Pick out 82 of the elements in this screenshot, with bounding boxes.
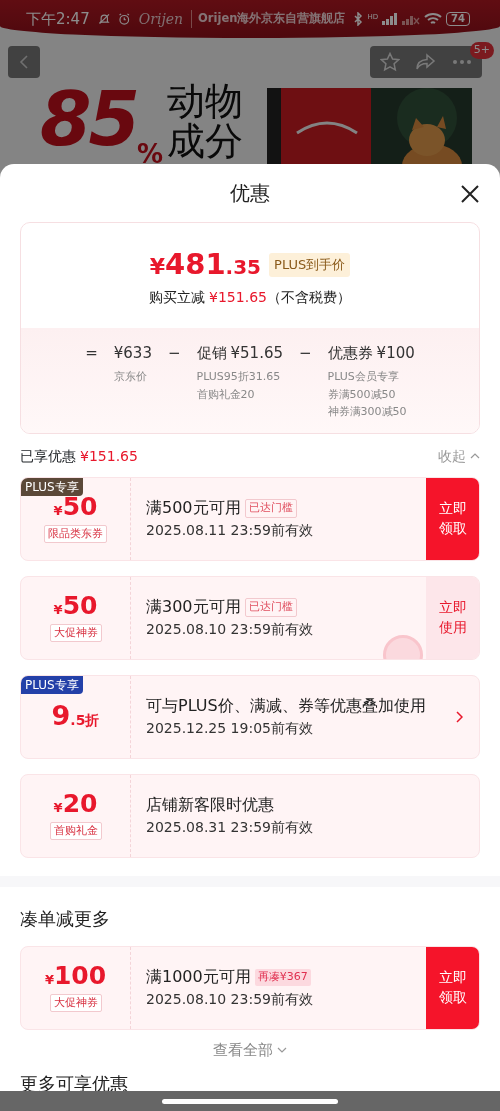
share-icon[interactable] — [416, 53, 436, 71]
coupon-amount: 100 — [53, 963, 107, 989]
currency-symbol: ¥ — [53, 502, 63, 521]
coupon-amount: 20 — [62, 791, 98, 817]
coupon-condition: 满500元可用 — [146, 497, 241, 520]
currency-symbol: ¥ — [44, 972, 54, 990]
hero-tagline: 动物成分 — [167, 82, 245, 162]
claim-button[interactable]: 立即领取 — [426, 477, 479, 560]
coupon-condition: 可与PLUS价、满减、券等优惠叠加使用 — [146, 695, 426, 718]
signal-icon — [382, 13, 399, 25]
more-icon[interactable] — [452, 59, 472, 65]
operator-sign: − — [299, 342, 312, 364]
coupon-amount: 50 — [62, 593, 98, 619]
store-name: Orijen海外京东自营旗舰店 — [191, 10, 346, 28]
operator-sign: − — [167, 342, 181, 364]
breakdown-amount: ¥100 — [376, 342, 415, 364]
discount-unit: .5折 — [70, 711, 100, 731]
discount-value: 9 — [51, 702, 71, 730]
hero-number: 85 — [40, 82, 137, 156]
coupon-type-label: 大促神券 — [49, 993, 102, 1013]
no-signal-icon — [402, 13, 421, 25]
breakdown-note: PLUS95折31.65 — [196, 369, 282, 385]
breakdown-note: PLUS会员专享券满500减50 — [327, 369, 400, 403]
coupon-type-label: 首购礼金 — [49, 821, 102, 841]
coupon-type-label: 限品类东券 — [44, 524, 107, 544]
currency-symbol: ¥ — [149, 254, 166, 281]
validity-text: 2025.12.25 19:05前有效 — [146, 719, 314, 739]
chevron-right-icon[interactable] — [456, 710, 463, 723]
status-tag: 已达门槛 — [244, 598, 297, 617]
plus-tag: PLUS专享 — [21, 675, 83, 694]
coupon-condition: 满300元可用 — [146, 596, 241, 619]
operator-sign: = — [85, 342, 98, 364]
section-title: 凑单减更多 — [19, 906, 111, 931]
coupon-condition: 店铺新客限时优惠 — [146, 794, 274, 817]
tax-note: （不含税费） — [266, 287, 351, 307]
validity-text: 2025.08.11 23:59前有效 — [146, 521, 314, 541]
breakdown-label: 优惠券 — [327, 342, 373, 364]
alarm-icon — [118, 11, 131, 27]
status-tag: 再凑¥367 — [254, 969, 311, 986]
breakdown-note: 京东价 — [113, 369, 148, 385]
collapse-toggle[interactable]: 收起 — [438, 445, 480, 467]
breakdown-note: 首购礼金20 — [196, 386, 256, 403]
wifi-icon — [424, 12, 443, 26]
use-button[interactable]: 立即使用 — [426, 576, 479, 659]
breakdown-note: 神券满300减50 — [327, 404, 408, 421]
enjoyed-amount: ¥151.65 — [80, 446, 138, 466]
save-amount: ¥151.65 — [209, 287, 267, 307]
percent-sign: % — [137, 138, 164, 170]
breakdown-label: 促销 — [196, 342, 227, 364]
status-time: 下午2:47 — [26, 8, 90, 30]
star-icon[interactable] — [380, 52, 400, 72]
validity-text: 2025.08.31 23:59前有效 — [146, 818, 314, 838]
plus-tag: PLUS专享 — [21, 477, 83, 496]
back-icon — [19, 55, 29, 69]
home-handle[interactable] — [162, 1098, 338, 1104]
enjoyed-label: 已享优惠 — [20, 446, 76, 466]
breakdown-amount: ¥633 — [113, 342, 152, 364]
status-tag: 已达门槛 — [244, 499, 297, 518]
price-decimals: .35 — [225, 254, 262, 281]
save-label: 购买立减 — [149, 287, 206, 307]
currency-symbol: ¥ — [53, 799, 63, 818]
view-all-link[interactable]: 查看全部 — [207, 1037, 293, 1063]
coupon-condition: 满1000元可用 — [146, 966, 251, 989]
notification-badge: 5+ — [469, 42, 494, 59]
chevron-down-icon — [277, 1047, 287, 1054]
breakdown-amount: ¥51.65 — [230, 342, 284, 364]
validity-text: 2025.08.10 23:59前有效 — [146, 620, 314, 640]
validity-text: 2025.08.10 23:59前有效 — [146, 990, 314, 1010]
chevron-up-icon — [470, 453, 480, 460]
coupon-amount: 50 — [62, 494, 98, 520]
mute-bell-icon — [97, 11, 111, 27]
sheet-title: 优惠 — [230, 180, 270, 207]
claim-button[interactable]: 立即领取 — [426, 946, 479, 1029]
price-tag: PLUS到手价 — [269, 253, 351, 277]
currency-symbol: ¥ — [53, 601, 63, 620]
back-button[interactable] — [8, 46, 40, 78]
bluetooth-icon — [353, 12, 364, 26]
close-icon — [460, 183, 480, 204]
battery-indicator: 74 — [446, 12, 470, 26]
final-price: 481 — [165, 246, 226, 283]
coupon-type-label: 大促神券 — [49, 623, 102, 643]
store-logo: Orijen — [138, 9, 184, 29]
